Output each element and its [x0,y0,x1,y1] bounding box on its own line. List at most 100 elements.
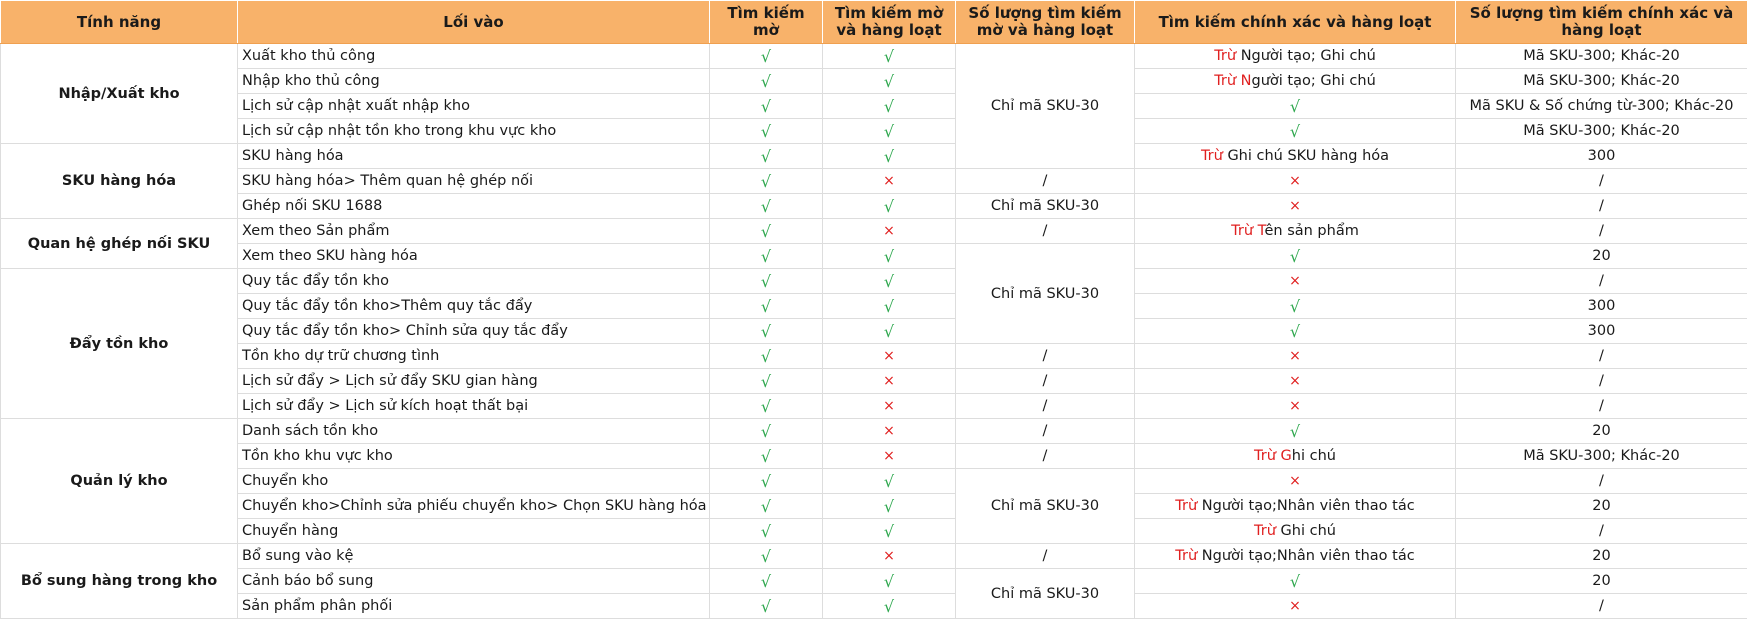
exact-batch-cell: √ [1135,119,1456,144]
except-label: Trừ N [1214,73,1251,89]
exact-batch-cell: Trừ Người tạo; Ghi chú [1135,69,1456,94]
exact-batch-cell: Trừ Ghi chú SKU hàng hóa [1135,144,1456,169]
table-row: Nhập kho thủ công √ √ Trừ Người tạo; Ghi… [1,69,1747,94]
exact-batch-count-cell: Mã SKU-300; Khác-20 [1456,444,1747,469]
exact-batch-count-cell: / [1456,519,1747,544]
fuzzy-batch-cell: √ [823,194,956,219]
exact-batch-count-cell: 20 [1456,419,1747,444]
table-row: Chuyển hàng √ √ Trừ Ghi chú / [1,519,1747,544]
entry-cell: Xuất kho thủ công [238,44,710,69]
exact-batch-count-cell: 20 [1456,544,1747,569]
fuzzy-cell: √ [710,244,823,269]
entry-cell: Quy tắc đẩy tồn kho [238,269,710,294]
fuzzy-batch-cell: √ [823,494,956,519]
table-row: Lịch sử cập nhật tồn kho trong khu vực k… [1,119,1747,144]
exact-batch-cell: √ [1135,569,1456,594]
fuzzy-cell: √ [710,169,823,194]
fuzzy-batch-cell: √ [823,319,956,344]
exact-batch-cell: × [1135,469,1456,494]
exact-batch-count-cell: Mã SKU-300; Khác-20 [1456,44,1747,69]
exact-batch-cell: √ [1135,94,1456,119]
entry-cell: Cảnh báo bổ sung [238,569,710,594]
exact-batch-count-cell: Mã SKU-300; Khác-20 [1456,69,1747,94]
entry-cell: Sản phẩm phân phối [238,594,710,619]
exact-batch-cell: Trừ Người tạo;Nhân viên thao tác [1135,544,1456,569]
group-cell: Quan hệ ghép nối SKU [1,219,238,269]
exact-batch-count-cell: Mã SKU-300; Khác-20 [1456,119,1747,144]
fuzzy-batch-cell: √ [823,69,956,94]
table-row: Xem theo SKU hàng hóa √ √ Chỉ mã SKU-30 … [1,244,1747,269]
entry-cell: Bổ sung vào kệ [238,544,710,569]
fuzzy-cell: √ [710,594,823,619]
exact-batch-cell: Trừ Ghi chú [1135,519,1456,544]
fuzzy-batch-count-cell: / [956,544,1135,569]
fuzzy-cell: √ [710,194,823,219]
exact-text: Người tạo;Nhân viên thao tác [1202,548,1415,564]
header-fuzzy-batch-count: Số lượng tìm kiếm mờ và hàng loạt [956,1,1135,44]
fuzzy-cell: √ [710,544,823,569]
exact-text: Người tạo;Nhân viên thao tác [1202,498,1415,514]
except-label: Trừ [1175,548,1202,564]
fuzzy-batch-cell: √ [823,269,956,294]
exact-text: Ghi chú SKU hàng hóa [1227,148,1389,164]
exact-batch-count-cell: / [1456,344,1747,369]
entry-cell: Quy tắc đẩy tồn kho>Thêm quy tắc đẩy [238,294,710,319]
header-exact-batch-count: Số lượng tìm kiếm chính xác và hàng loạt [1456,1,1747,44]
exact-text: Ghi chú [1281,523,1336,539]
entry-cell: Ghép nối SKU 1688 [238,194,710,219]
fuzzy-cell: √ [710,119,823,144]
exact-batch-cell: × [1135,269,1456,294]
table-row: Quy tắc đẩy tồn kho> Chỉnh sửa quy tắc đ… [1,319,1747,344]
except-label: Trừ [1201,148,1228,164]
fuzzy-cell: √ [710,94,823,119]
fuzzy-batch-cell: × [823,369,956,394]
fuzzy-batch-count-cell: / [956,444,1135,469]
fuzzy-batch-cell: √ [823,519,956,544]
entry-cell: Xem theo Sản phẩm [238,219,710,244]
header-exact-batch: Tìm kiếm chính xác và hàng loạt [1135,1,1456,44]
exact-batch-count-cell: 20 [1456,244,1747,269]
exact-batch-cell: × [1135,369,1456,394]
table-row: Tồn kho khu vực kho √ × / Trừ Ghi chú Mã… [1,444,1747,469]
fuzzy-cell: √ [710,269,823,294]
exact-batch-cell: × [1135,594,1456,619]
exact-batch-cell: × [1135,194,1456,219]
table-row: Lịch sử đẩy > Lịch sử kích hoạt thất bại… [1,394,1747,419]
fuzzy-cell: √ [710,319,823,344]
table-row: Tồn kho dự trữ chương tình √ × / × / [1,344,1747,369]
fuzzy-batch-count-cell: / [956,419,1135,444]
exact-batch-count-cell: / [1456,394,1747,419]
exact-batch-count-cell: 300 [1456,294,1747,319]
fuzzy-cell: √ [710,294,823,319]
entry-cell: Tồn kho dự trữ chương tình [238,344,710,369]
entry-cell: Danh sách tồn kho [238,419,710,444]
header-entry: Lối vào [238,1,710,44]
fuzzy-batch-count-cell: / [956,219,1135,244]
entry-cell: Chuyển hàng [238,519,710,544]
exact-batch-count-cell: Mã SKU & Số chứng từ-300; Khác-20 [1456,94,1747,119]
table-row: Đẩy tồn kho Quy tắc đẩy tồn kho √ √ × / [1,269,1747,294]
fuzzy-batch-cell: √ [823,594,956,619]
fuzzy-batch-cell: √ [823,569,956,594]
fuzzy-batch-cell: √ [823,94,956,119]
exact-text: Người tạo; Ghi chú [1241,48,1376,64]
table-row: SKU hàng hóa SKU hàng hóa √ √ Trừ Ghi ch… [1,144,1747,169]
fuzzy-cell: √ [710,369,823,394]
except-label: Trừ G [1254,448,1292,464]
header-row: Tính năng Lối vào Tìm kiếm mờ Tìm kiếm m… [1,1,1747,44]
entry-cell: SKU hàng hóa [238,144,710,169]
fuzzy-batch-count-cell: Chỉ mã SKU-30 [956,194,1135,219]
entry-cell: Lịch sử đẩy > Lịch sử đẩy SKU gian hàng [238,369,710,394]
feature-search-table: Tính năng Lối vào Tìm kiếm mờ Tìm kiếm m… [0,0,1747,619]
table-row: Lịch sử cập nhật xuất nhập kho √ √ √ Mã … [1,94,1747,119]
fuzzy-cell: √ [710,144,823,169]
exact-batch-count-cell: / [1456,169,1747,194]
fuzzy-cell: √ [710,219,823,244]
entry-cell: Lịch sử cập nhật tồn kho trong khu vực k… [238,119,710,144]
group-cell: Bổ sung hàng trong kho [1,544,238,619]
header-fuzzy: Tìm kiếm mờ [710,1,823,44]
exact-batch-count-cell: 20 [1456,569,1747,594]
exact-text: gười tạo; Ghi chú [1252,73,1376,89]
fuzzy-batch-count-cell: Chỉ mã SKU-30 [956,44,1135,169]
table-row: Chuyển kho>Chỉnh sửa phiếu chuyển kho> C… [1,494,1747,519]
